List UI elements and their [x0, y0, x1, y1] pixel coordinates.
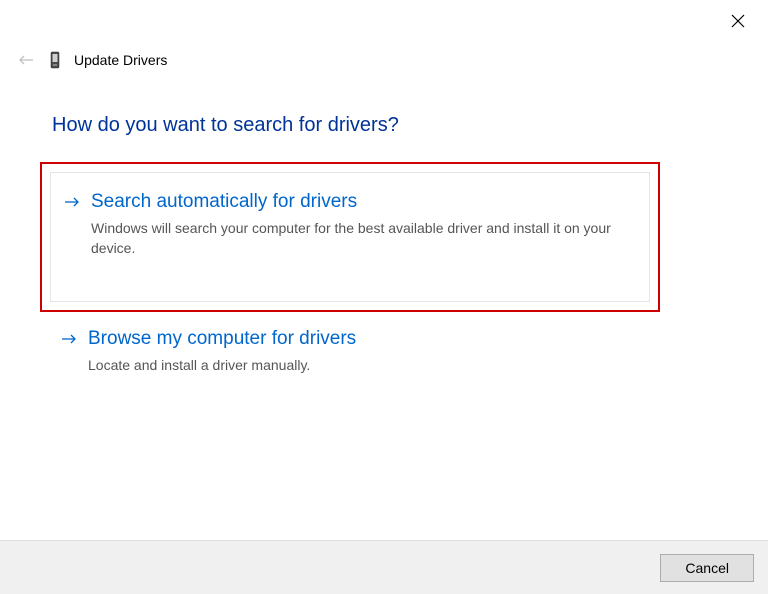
- device-icon: [48, 50, 62, 70]
- option-description: Locate and install a driver manually.: [88, 356, 634, 376]
- arrow-right-icon: [61, 332, 77, 350]
- close-icon: [731, 14, 745, 31]
- option-browse-computer-wrapper: Browse my computer for drivers Locate an…: [40, 320, 660, 402]
- arrow-right-icon: [64, 195, 80, 213]
- dialog-footer: Cancel: [0, 540, 768, 594]
- close-button[interactable]: [726, 10, 750, 34]
- page-heading: How do you want to search for drivers?: [52, 114, 399, 137]
- option-search-automatically-highlight: Search automatically for drivers Windows…: [40, 162, 660, 312]
- option-search-automatically[interactable]: Search automatically for drivers Windows…: [50, 172, 650, 302]
- back-arrow-icon[interactable]: [16, 54, 36, 66]
- dialog-header: Update Drivers: [16, 50, 167, 70]
- option-title: Browse my computer for drivers: [88, 328, 634, 350]
- cancel-button[interactable]: Cancel: [660, 554, 754, 582]
- option-browse-computer[interactable]: Browse my computer for drivers Locate an…: [48, 328, 652, 394]
- option-description: Windows will search your computer for th…: [91, 219, 631, 258]
- dialog-title: Update Drivers: [74, 52, 167, 68]
- option-title: Search automatically for drivers: [91, 191, 631, 213]
